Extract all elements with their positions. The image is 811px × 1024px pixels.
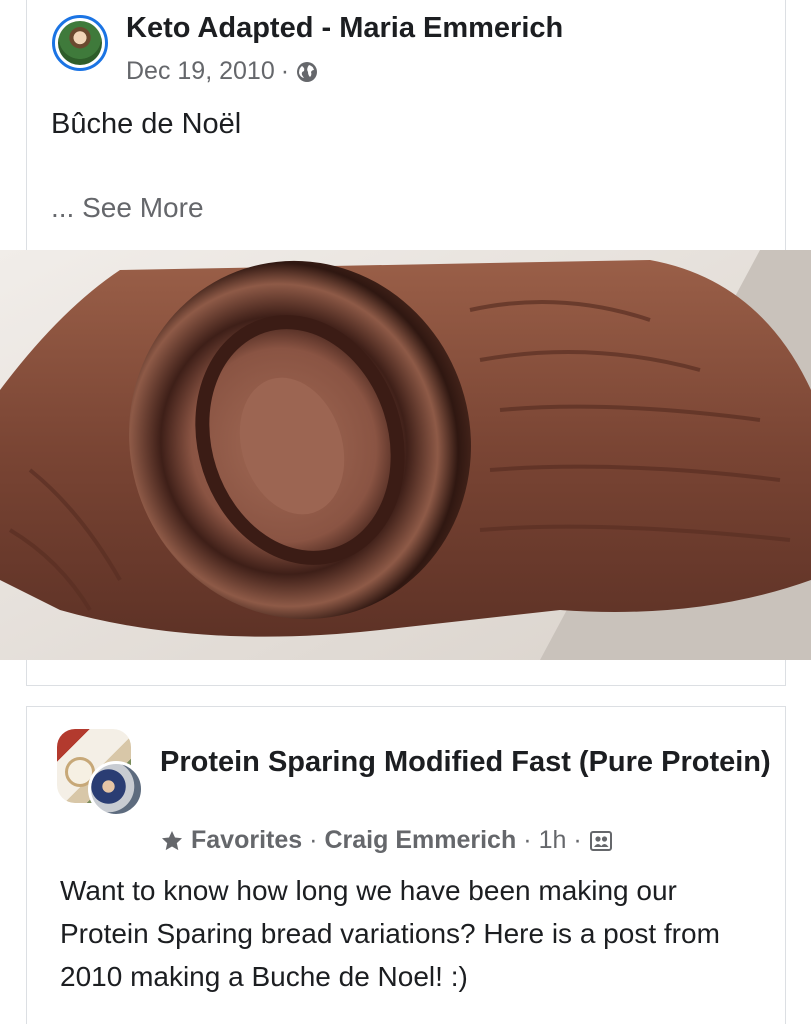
post-title: Bûche de Noël (51, 108, 242, 140)
favorites-label[interactable]: Favorites (191, 826, 302, 855)
shared-post-card-footer (26, 660, 786, 686)
meta-separator: · (573, 826, 582, 854)
group-name[interactable]: Protein Sparing Modified Fast (Pure Prot… (160, 741, 771, 783)
post-body-text: Want to know how long we have been makin… (60, 875, 720, 992)
meta-separator: · (523, 826, 532, 854)
poster-avatar (88, 761, 144, 817)
post-author-name[interactable]: Keto Adapted - Maria Emmerich (126, 12, 563, 45)
post-date[interactable]: Dec 19, 2010 (126, 57, 275, 86)
group-members-icon[interactable] (589, 829, 613, 853)
post-meta: Dec 19, 2010 · (126, 57, 319, 86)
shared-post-card: Keto Adapted - Maria Emmerich Dec 19, 20… (26, 0, 786, 250)
poster-name[interactable]: Craig Emmerich (325, 826, 517, 855)
meta-separator: · (280, 57, 290, 85)
post-time[interactable]: 1h (539, 826, 567, 855)
group-avatar-stack[interactable] (57, 729, 147, 819)
post-meta: Favorites · Craig Emmerich · 1h · (160, 826, 613, 855)
group-post-card: Protein Sparing Modified Fast (Pure Prot… (26, 706, 786, 1024)
star-icon (160, 829, 184, 853)
meta-separator: · (309, 826, 318, 854)
author-avatar[interactable] (52, 15, 108, 71)
author-avatar-image (58, 21, 102, 65)
see-more-link[interactable]: ... See More (51, 192, 204, 224)
chocolate-yule-log-photo (0, 250, 811, 660)
globe-icon[interactable] (295, 60, 319, 84)
post-photo[interactable] (0, 250, 811, 660)
